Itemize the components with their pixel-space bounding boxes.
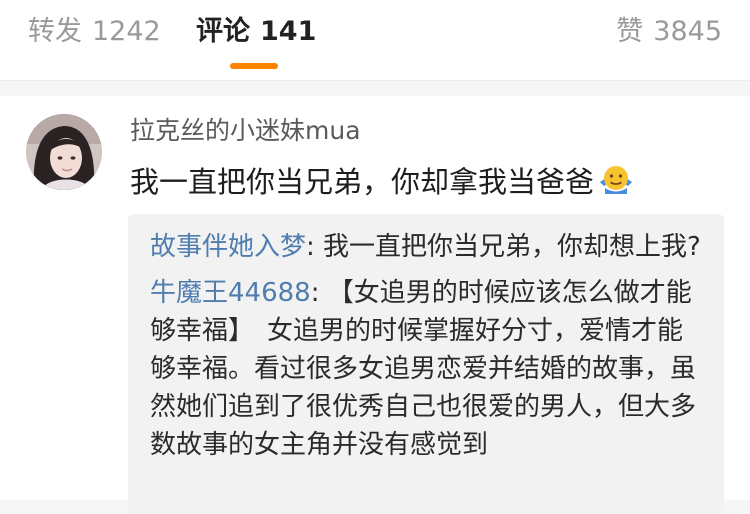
tab-comments-count: 141: [260, 16, 317, 47]
comment-text-line: 我一直把你当兄弟，你却拿我当爸爸: [130, 162, 634, 206]
comment-item: 拉克丝的小迷妹mua 我一直把你当兄弟，你却拿我当爸爸 故事伴她入梦: 我一直把…: [0, 96, 750, 514]
reply-author[interactable]: 牛魔王44688: [150, 278, 311, 308]
tab-forward-label: 转发: [28, 16, 82, 47]
active-tab-indicator: [230, 63, 278, 69]
reply-item: 故事伴她入梦: 我一直把你当兄弟，你却想上我?: [150, 228, 704, 266]
comment-username[interactable]: 拉克丝的小迷妹mua: [130, 114, 361, 148]
tab-comments[interactable]: 评论 141: [196, 14, 316, 50]
tab-comments-label: 评论: [196, 16, 250, 47]
reply-author[interactable]: 故事伴她入梦: [150, 232, 306, 262]
comment-text: 我一直把你当兄弟，你却拿我当爸爸: [130, 165, 595, 199]
tab-bar: 转发 1242 评论 141 赞 3845: [0, 0, 750, 81]
tab-likes-count: 3845: [653, 16, 722, 47]
avatar-image: [26, 114, 102, 190]
tab-likes[interactable]: 赞 3845: [616, 14, 722, 50]
shrug-emoji-icon: [598, 164, 634, 206]
avatar[interactable]: [26, 114, 102, 190]
tab-forward[interactable]: 转发 1242: [28, 14, 161, 50]
reply-item: 牛魔王44688: 【女追男的时候应该怎么做才能够幸福】 女追男的时候掌握好分寸…: [150, 274, 704, 464]
reply-separator: :: [306, 232, 324, 262]
reply-text: 我一直把你当兄弟，你却想上我?: [323, 232, 701, 262]
reply-list: 故事伴她入梦: 我一直把你当兄弟，你却想上我? 牛魔王44688: 【女追男的时…: [128, 214, 724, 514]
tab-likes-label: 赞: [616, 16, 644, 47]
reply-separator: :: [310, 278, 328, 308]
tab-forward-count: 1242: [92, 16, 161, 47]
